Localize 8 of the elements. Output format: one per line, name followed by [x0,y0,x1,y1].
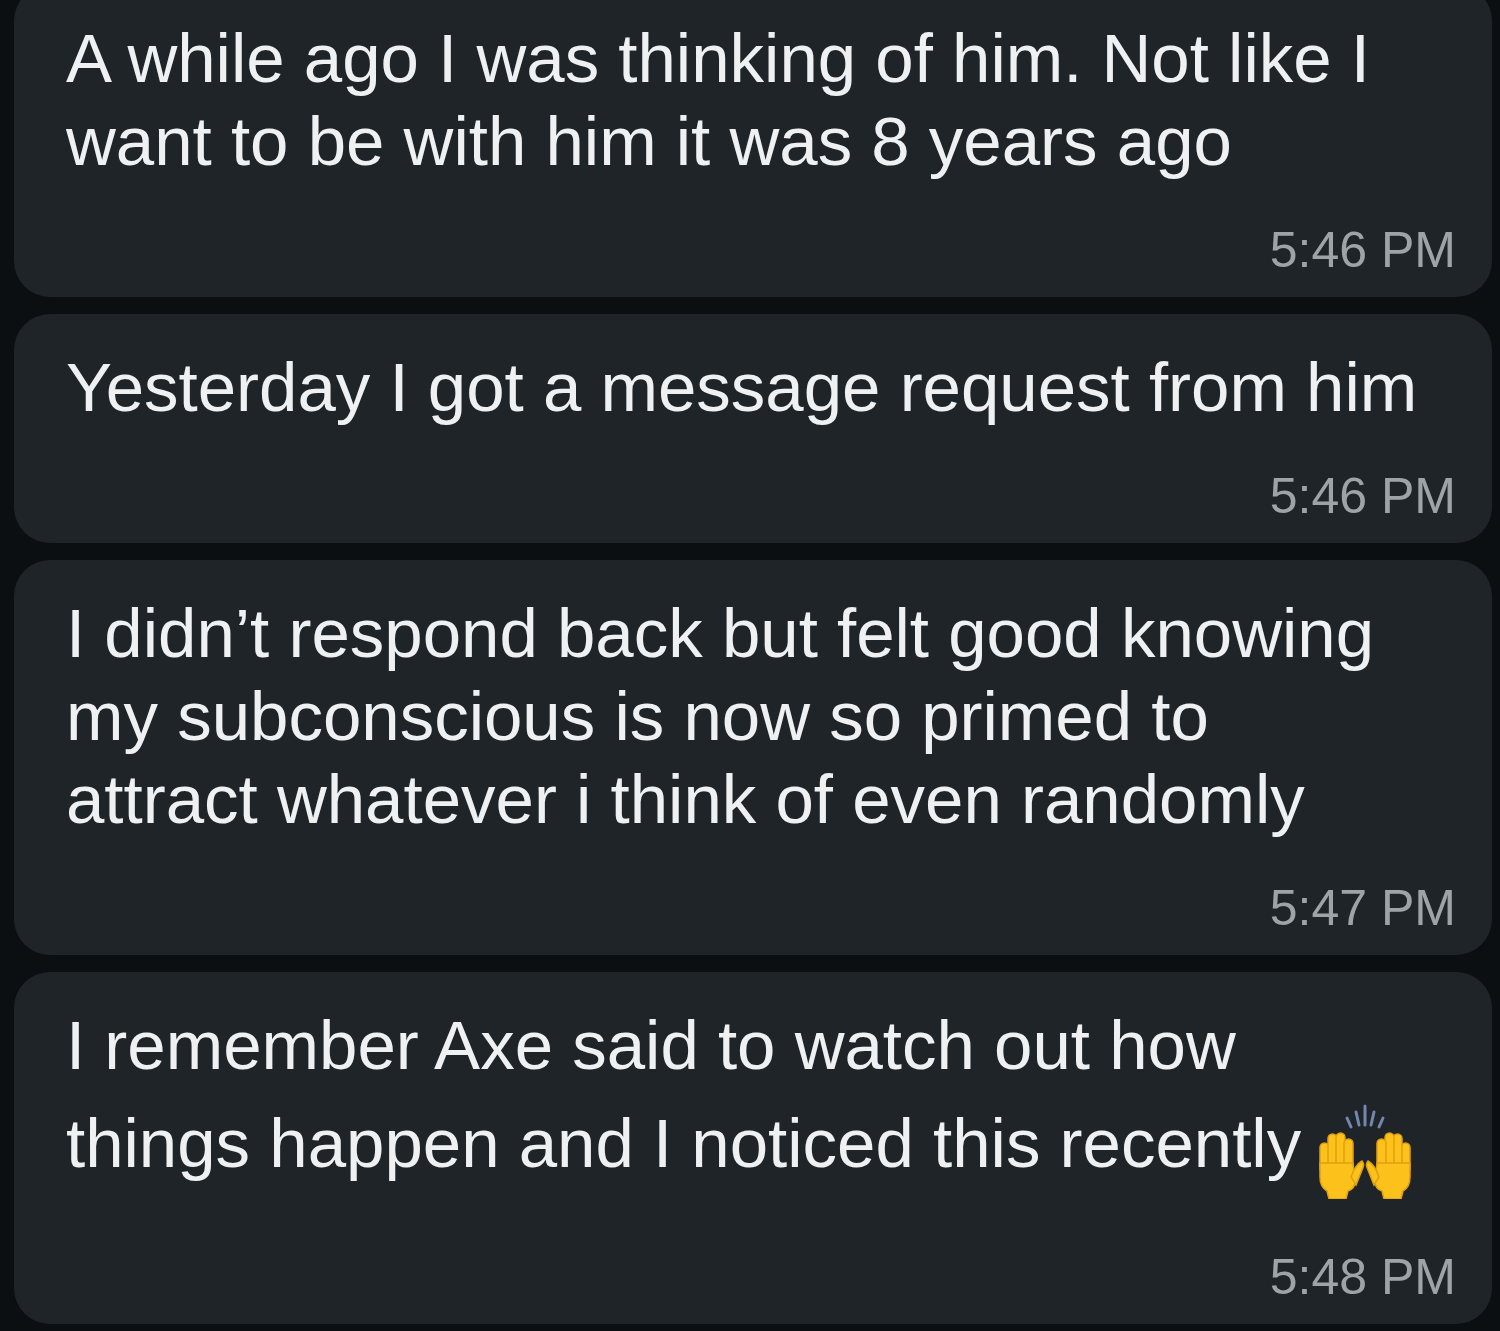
message-time: 5:48 PM [1269,1252,1456,1302]
message-text: I remember Axe said to watch out how things happen and I noticed this recently [66,1007,1302,1182]
message-time: 5:46 PM [1269,225,1456,275]
message-text: Yesterday I got a message request from him [66,349,1418,426]
message-text: A while ago I was thinking of him. Not like I want to be with him it was 8 years ago [66,20,1370,180]
message-time: 5:47 PM [1269,883,1456,933]
message-time: 5:46 PM [1269,471,1456,521]
message-text: I didn’t respond back but felt good knowing my subconscious is now so primed to attract whatever i think of even randomly [66,595,1375,838]
